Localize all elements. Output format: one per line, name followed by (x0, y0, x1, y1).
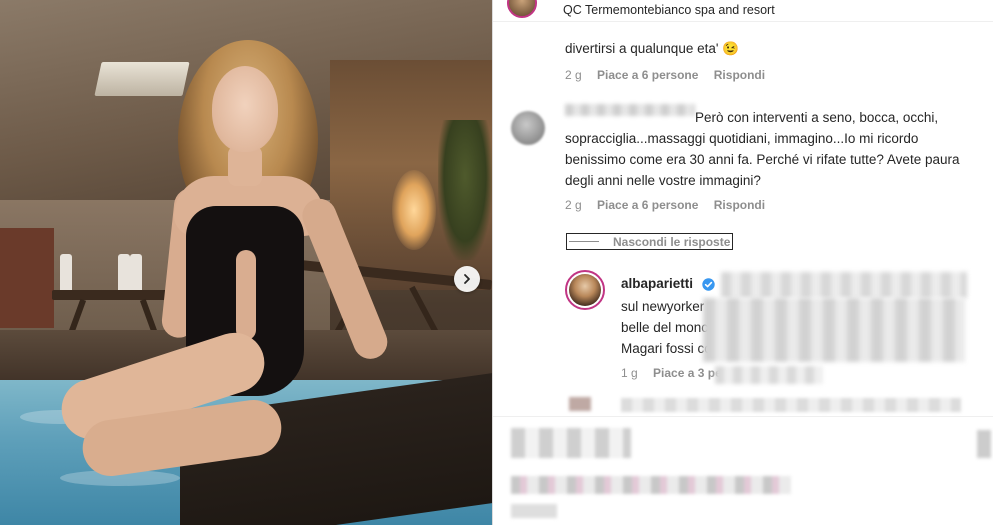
comments-panel: QC Termemontebianco spa and resort diver… (492, 0, 993, 525)
comment-body: Però con interventi a seno, bocca, occhi… (565, 110, 960, 188)
post-header: QC Termemontebianco spa and resort (493, 0, 993, 22)
divider (493, 416, 993, 417)
comment-likes[interactable]: Piace a 6 persone (597, 68, 698, 82)
comment-time: 2 g (565, 198, 582, 212)
blurred-text (703, 298, 965, 362)
reply-time: 1 g (621, 366, 638, 380)
post-photo (0, 0, 492, 525)
photo-door (0, 228, 54, 328)
reply-button[interactable]: Rispondi (714, 68, 765, 82)
reply-avatar-image (569, 274, 601, 306)
blurred-action-icons (511, 428, 631, 458)
blurred-text (715, 366, 823, 384)
comment-time: 2 g (565, 68, 582, 82)
hide-replies-button[interactable]: Nascondi le risposte (566, 233, 734, 250)
photo-neck (228, 146, 262, 186)
photo-wall-lamp (392, 170, 436, 250)
photo-plant (438, 120, 492, 260)
hide-replies-label: Nascondi le risposte (613, 234, 731, 249)
blurred-text (721, 272, 967, 298)
photo-swimsuit-cutout (236, 250, 256, 340)
comment-likes[interactable]: Piace a 6 persone (597, 198, 698, 212)
post-location[interactable]: QC Termemontebianco spa and resort (563, 3, 775, 17)
chevron-right-icon (464, 274, 470, 284)
comment-text: divertirsi a qualunque eta' 😉 (565, 41, 739, 56)
photo-face (212, 66, 278, 152)
comment-meta: 2 g Piace a 6 persone Rispondi (565, 198, 777, 212)
comment-text: Però con interventi a seno, bocca, occhi… (565, 107, 975, 191)
blurred-avatar (569, 397, 591, 411)
verified-badge-icon (702, 278, 715, 291)
reply-button[interactable]: Rispondi (714, 198, 765, 212)
reply-username[interactable]: albaparietti (621, 276, 693, 291)
author-avatar[interactable] (507, 0, 537, 18)
comment-meta: 2 g Piace a 6 persone Rispondi (565, 68, 777, 82)
reply-avatar[interactable] (565, 270, 605, 310)
carousel-next-button[interactable] (454, 266, 480, 292)
blurred-text (621, 398, 961, 412)
blurred-timestamp (511, 504, 557, 518)
hide-replies-line (569, 241, 599, 242)
blurred-likes (511, 476, 791, 494)
blurred-bookmark-icon (977, 430, 991, 458)
commenter-avatar[interactable] (511, 111, 545, 145)
photo-skylight (94, 62, 190, 96)
reply-likes[interactable]: Piace a 3 pe (653, 366, 722, 380)
